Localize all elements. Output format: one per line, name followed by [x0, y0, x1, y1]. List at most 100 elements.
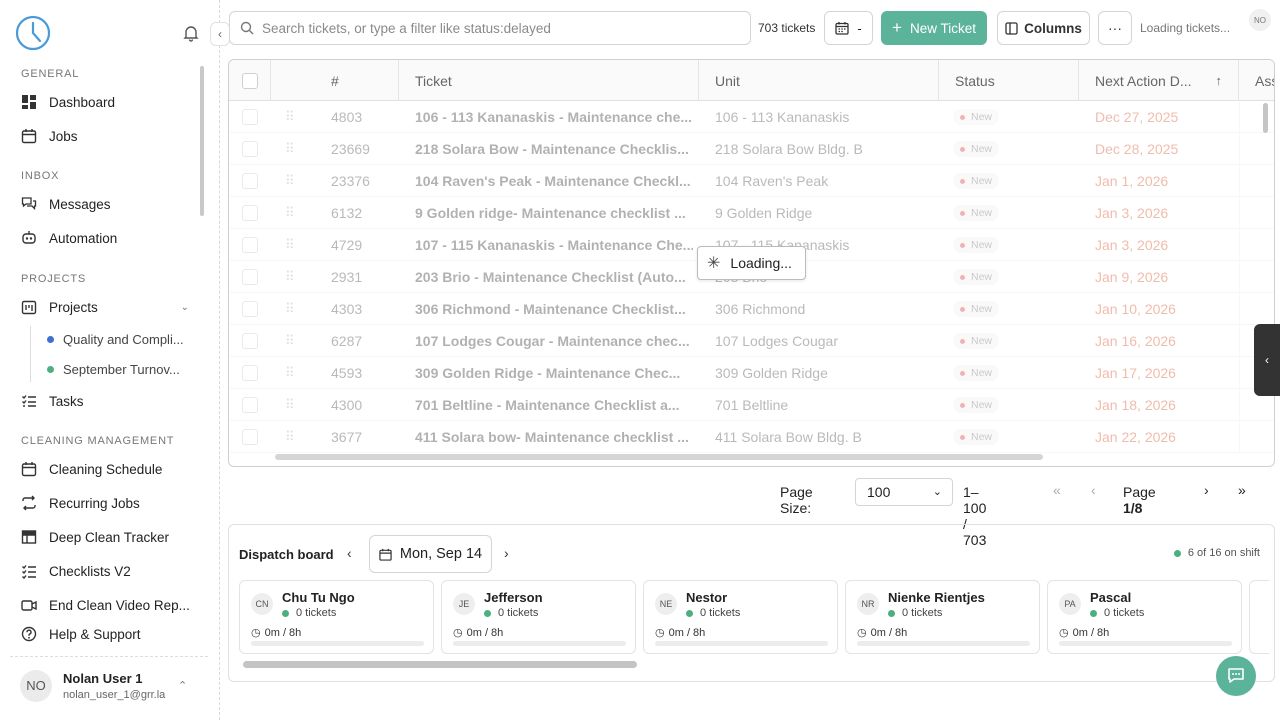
chevron-down-icon[interactable]: ⌄: [181, 302, 189, 313]
drag-handle-icon[interactable]: ⠿: [285, 261, 305, 293]
status-badge[interactable]: New: [953, 141, 1000, 157]
drag-handle-icon[interactable]: ⠿: [285, 421, 305, 453]
table-row[interactable]: ⠿ 23376 104 Raven's Peak - Maintenance Che…: [229, 165, 1274, 197]
avatar[interactable]: NO: [1249, 9, 1271, 31]
sidebar-item-messages[interactable]: Messages: [21, 193, 111, 215]
columns-button[interactable]: Columns: [997, 11, 1090, 45]
date-filter-button[interactable]: -: [824, 11, 873, 45]
new-ticket-button[interactable]: + New Ticket: [881, 11, 987, 45]
first-page-icon[interactable]: «: [1053, 482, 1061, 498]
worker-card[interactable]: CN Chu Tu Ngo 0 tickets ◷ 0m / 8h: [239, 580, 434, 654]
drag-handle-icon[interactable]: ⠿: [285, 165, 305, 197]
ticket-title[interactable]: 107 Lodges Cougar - Maintenance chec...: [415, 325, 693, 357]
sidebar-item-checklists-v2[interactable]: Checklists V2: [21, 560, 131, 582]
table-row[interactable]: ⠿ 6132 9 Golden ridge- Maintenance checkli…: [229, 197, 1274, 229]
assignee-cell[interactable]: [1239, 229, 1265, 261]
table-row[interactable]: ⠿ 4300 701 Beltline - Maintenance Checklis…: [229, 389, 1274, 421]
status-badge[interactable]: New: [953, 109, 1000, 125]
select-all-checkbox[interactable]: [241, 72, 258, 89]
sidebar-scrollbar[interactable]: [200, 66, 204, 216]
status-badge[interactable]: New: [953, 333, 1000, 349]
row-checkbox[interactable]: [242, 365, 258, 381]
ticket-title[interactable]: 203 Brio - Maintenance Checklist (Auto..…: [415, 261, 693, 293]
ticket-title[interactable]: 106 - 113 Kananaskis - Maintenance che..…: [415, 101, 693, 133]
ticket-title[interactable]: 309 Golden Ridge - Maintenance Chec...: [415, 357, 693, 389]
previous-day-icon[interactable]: ‹: [347, 545, 352, 561]
row-checkbox[interactable]: [242, 429, 258, 445]
dispatch-horizontal-scrollbar[interactable]: [243, 661, 637, 668]
table-row[interactable]: ⠿ 23669 218 Solara Bow - Maintenance Check…: [229, 133, 1274, 165]
row-checkbox[interactable]: [242, 333, 258, 349]
assignee-cell[interactable]: [1239, 261, 1265, 293]
status-badge[interactable]: New: [953, 397, 1000, 413]
search-box[interactable]: [229, 11, 751, 45]
sidebar-subitem-quality[interactable]: Quality and Compli...: [47, 332, 184, 347]
worker-card[interactable]: JE Jefferson 0 tickets ◷ 0m / 8h: [441, 580, 636, 654]
assignee-cell[interactable]: [1239, 165, 1265, 197]
bell-icon[interactable]: [182, 24, 200, 42]
status-badge[interactable]: New: [953, 269, 1000, 285]
ticket-title[interactable]: 104 Raven's Peak - Maintenance Checkl...: [415, 165, 693, 197]
table-row[interactable]: ⠿ 4303 306 Richmond - Maintenance Checklis…: [229, 293, 1274, 325]
search-input[interactable]: [262, 20, 742, 36]
assignee-cell[interactable]: [1239, 101, 1265, 133]
drag-handle-icon[interactable]: ⠿: [285, 133, 305, 165]
status-badge[interactable]: New: [953, 365, 1000, 381]
sidebar-item-end-clean-video[interactable]: End Clean Video Rep...: [21, 594, 190, 616]
table-row[interactable]: ⠿ 4593 309 Golden Ridge - Maintenance Chec…: [229, 357, 1274, 389]
table-row[interactable]: ⠿ 3677 411 Solara bow- Maintenance checkli…: [229, 421, 1274, 453]
sidebar-item-help[interactable]: Help & Support: [21, 623, 141, 645]
column-header-number[interactable]: #: [271, 60, 399, 101]
next-page-icon[interactable]: ›: [1204, 482, 1209, 498]
drag-handle-icon[interactable]: ⠿: [285, 101, 305, 133]
sidebar-subitem-september[interactable]: September Turnov...: [47, 362, 180, 377]
dispatch-date-button[interactable]: Mon, Sep 14: [369, 535, 492, 573]
column-header-assignee[interactable]: Ass: [1239, 60, 1274, 101]
status-badge[interactable]: New: [953, 237, 1000, 253]
worker-card[interactable]: [1249, 580, 1269, 654]
sidebar-item-automation[interactable]: Automation: [21, 227, 117, 249]
worker-card[interactable]: NR Nienke Rientjes 0 tickets ◷ 0m / 8h: [845, 580, 1040, 654]
status-badge[interactable]: New: [953, 429, 1000, 445]
clock-logo-icon[interactable]: [14, 14, 52, 52]
drag-handle-icon[interactable]: ⠿: [285, 357, 305, 389]
ticket-title[interactable]: 9 Golden ridge- Maintenance checklist ..…: [415, 197, 693, 229]
sidebar-item-tasks[interactable]: Tasks: [21, 390, 84, 412]
table-row[interactable]: ⠿ 6287 107 Lodges Cougar - Maintenance che…: [229, 325, 1274, 357]
ticket-title[interactable]: 218 Solara Bow - Maintenance Checklis...: [415, 133, 693, 165]
last-page-icon[interactable]: »: [1238, 482, 1246, 498]
row-checkbox[interactable]: [242, 109, 258, 125]
table-row[interactable]: ⠿ 4803 106 - 113 Kananaskis - Maintenance …: [229, 101, 1274, 133]
user-menu[interactable]: NO Nolan User 1 nolan_user_1@grr.la ⌃: [10, 656, 208, 714]
collapse-sidebar-button[interactable]: ‹: [210, 22, 230, 46]
ticket-title[interactable]: 411 Solara bow- Maintenance checklist ..…: [415, 421, 693, 453]
assignee-cell[interactable]: [1239, 197, 1265, 229]
sort-ascending-icon[interactable]: ↑: [1216, 73, 1223, 88]
ticket-title[interactable]: 306 Richmond - Maintenance Checklist...: [415, 293, 693, 325]
row-checkbox[interactable]: [242, 397, 258, 413]
status-badge[interactable]: New: [953, 205, 1000, 221]
ticket-title[interactable]: 701 Beltline - Maintenance Checklist a..…: [415, 389, 693, 421]
row-checkbox[interactable]: [242, 301, 258, 317]
sidebar-item-cleaning-schedule[interactable]: Cleaning Schedule: [21, 458, 162, 480]
sidebar-item-jobs[interactable]: Jobs: [21, 125, 78, 147]
next-day-icon[interactable]: ›: [504, 545, 509, 561]
expand-panel-button[interactable]: ‹: [1254, 324, 1280, 396]
page-size-select[interactable]: 100 ⌄: [855, 478, 953, 506]
drag-handle-icon[interactable]: ⠿: [285, 293, 305, 325]
table-vertical-scrollbar[interactable]: [1263, 103, 1268, 133]
table-horizontal-scrollbar[interactable]: [275, 454, 1043, 460]
assignee-cell[interactable]: [1239, 421, 1265, 453]
status-badge[interactable]: New: [953, 173, 1000, 189]
row-checkbox[interactable]: [242, 269, 258, 285]
row-checkbox[interactable]: [242, 237, 258, 253]
column-header-status[interactable]: Status: [939, 60, 1079, 101]
column-header-next-action[interactable]: Next Action D... ↑: [1079, 60, 1239, 101]
worker-card[interactable]: PA Pascal 0 tickets ◷ 0m / 8h: [1047, 580, 1242, 654]
drag-handle-icon[interactable]: ⠿: [285, 325, 305, 357]
assignee-cell[interactable]: [1239, 293, 1265, 325]
sidebar-item-deep-clean-tracker[interactable]: Deep Clean Tracker: [21, 526, 169, 548]
row-checkbox[interactable]: [242, 173, 258, 189]
chat-button[interactable]: [1216, 656, 1256, 696]
drag-handle-icon[interactable]: ⠿: [285, 197, 305, 229]
